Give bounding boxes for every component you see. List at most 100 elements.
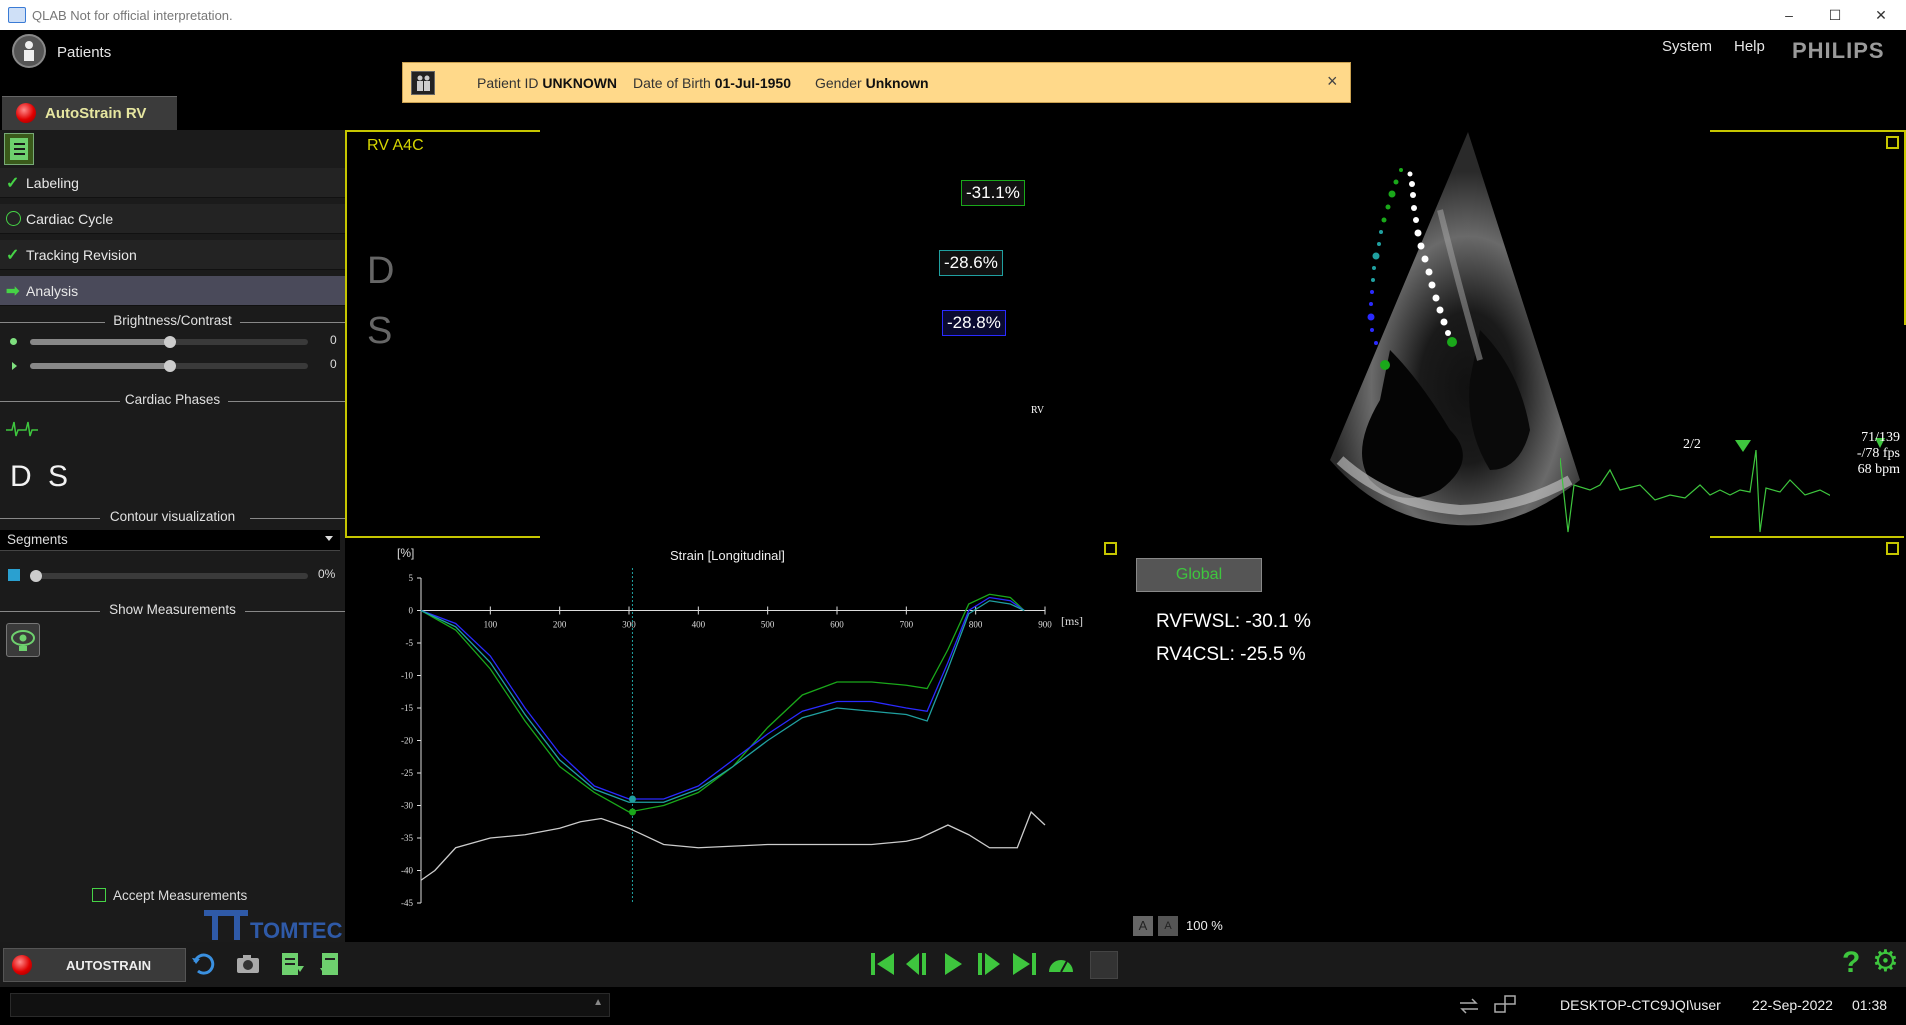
x-tick-label: 800 xyxy=(969,620,983,630)
tomtec-logo: TOMTEC xyxy=(250,918,343,943)
patients-button[interactable] xyxy=(12,34,46,68)
chevron-up-icon[interactable]: ▲ xyxy=(593,997,603,1008)
maximize-view-icon[interactable] xyxy=(1886,136,1899,149)
x-tick-label: 300 xyxy=(622,620,636,630)
last-frame-icon[interactable] xyxy=(1010,950,1040,978)
y-tick-label: 5 xyxy=(409,573,414,583)
play-icon[interactable] xyxy=(940,950,966,978)
phase-d[interactable]: D xyxy=(10,460,32,494)
rv4csl-result: RV4CSL: -25.5 % xyxy=(1156,644,1306,665)
first-frame-icon[interactable] xyxy=(868,950,898,978)
machine-user: DESKTOP-CTC9JQI\user xyxy=(1560,997,1721,1013)
workflow-step-labeling[interactable]: ✓ Labeling xyxy=(0,168,345,198)
contour-select[interactable]: Segments xyxy=(0,530,340,551)
speed-gauge-icon[interactable] xyxy=(1046,950,1076,978)
workflow-step-analysis[interactable]: ➡ Analysis xyxy=(0,276,345,306)
tab-label: AutoStrain RV xyxy=(45,105,147,122)
check-icon: ✓ xyxy=(6,175,20,192)
step-label: Analysis xyxy=(26,283,79,299)
phase-s[interactable]: S xyxy=(48,460,68,494)
patient-id-value: UNKNOWN xyxy=(542,75,618,91)
global-button[interactable]: Global xyxy=(1136,558,1262,592)
message-input[interactable]: ▲ xyxy=(10,993,610,1017)
ecg-trace xyxy=(1560,450,1830,533)
segment-label-basal[interactable]: -28.8% xyxy=(942,310,1006,336)
zoom-value: 100 % xyxy=(1186,918,1223,933)
gender-label: Gender xyxy=(815,75,862,91)
network-transfer-icon xyxy=(1460,998,1478,1014)
accept-measurements-checkbox[interactable] xyxy=(92,888,106,902)
help-icon[interactable]: ? xyxy=(1842,946,1860,980)
chevron-down-icon xyxy=(325,536,333,541)
y-tick-label: -5 xyxy=(406,638,414,648)
refresh-icon[interactable] xyxy=(190,950,218,978)
maximize-button[interactable]: ☐ xyxy=(1812,0,1858,30)
ecg-icon xyxy=(6,421,38,437)
x-tick-label: 100 xyxy=(484,620,498,630)
network-status-icon xyxy=(1494,995,1516,1013)
tab-autostrain-rv[interactable]: AutoStrain RV xyxy=(2,96,177,131)
contour-select-value: Segments xyxy=(7,532,68,547)
workflow-step-tracking-revision[interactable]: ✓ Tracking Revision xyxy=(0,240,345,270)
menu-help[interactable]: Help xyxy=(1734,38,1765,55)
patient-bar-close-button[interactable]: × xyxy=(1327,71,1338,92)
brightness-knob[interactable] xyxy=(164,336,176,348)
circle-icon xyxy=(6,211,21,226)
x-tick-label: 400 xyxy=(692,620,706,630)
section-title: Brightness/Contrast xyxy=(113,313,232,328)
tracking-contour xyxy=(1367,168,1457,370)
contrast-knob[interactable] xyxy=(164,360,176,372)
opacity-icon xyxy=(8,569,20,581)
left-panel: ✓ Labeling Cardiac Cycle ✓ Tracking Revi… xyxy=(0,130,345,943)
y-tick-label: -45 xyxy=(401,898,413,908)
peak-marker-apical xyxy=(628,808,636,816)
font-smaller-button[interactable]: A xyxy=(1158,916,1178,936)
x-tick-label: 900 xyxy=(1038,620,1052,630)
section-show-measurements: Show Measurements xyxy=(0,602,345,617)
step-label: Cardiac Cycle xyxy=(26,211,114,227)
results-panel: Global RVFWSL: -30.1 % RV4CSL: -25.5 % A… xyxy=(1120,538,1906,942)
x-tick-label: 500 xyxy=(761,620,775,630)
patients-label[interactable]: Patients xyxy=(57,44,111,61)
next-frame-icon[interactable] xyxy=(974,950,1004,978)
tomtec-logo-mark xyxy=(204,910,248,940)
patient-icon xyxy=(24,41,34,61)
workflow-step-cardiac-cycle[interactable]: Cardiac Cycle xyxy=(0,204,345,234)
section-title: Cardiac Phases xyxy=(124,392,221,407)
compare-report-icon[interactable] xyxy=(318,950,346,978)
font-larger-button[interactable]: A xyxy=(1133,916,1153,936)
loop-toggle-button[interactable] xyxy=(1090,951,1118,979)
menu-system[interactable]: System xyxy=(1662,38,1712,55)
strain-chart-panel: [%] Strain [Longitudinal] [ms] 5 0 -5 -10 -1… xyxy=(345,538,1120,942)
minimize-button[interactable]: – xyxy=(1766,0,1812,30)
camera-icon[interactable] xyxy=(234,950,262,978)
maximize-results-icon[interactable] xyxy=(1886,542,1899,555)
brightness-fill xyxy=(30,339,169,345)
previous-frame-icon[interactable] xyxy=(903,950,933,978)
contour-opacity-knob[interactable] xyxy=(30,570,42,582)
ecg-info: 71/139 -/78 fps 68 bpm xyxy=(1850,430,1900,478)
autostrain-mode-button[interactable]: AUTOSTRAIN xyxy=(3,948,186,982)
mode-label: AUTOSTRAIN xyxy=(66,958,151,973)
settings-gear-icon[interactable]: ⚙ xyxy=(1872,944,1899,979)
contrast-icon xyxy=(12,362,17,370)
strain-chart: 5 0 -5 -10 -15 -20 -25 -30 -35 -40 -45 100 200 300 400… xyxy=(401,568,1052,908)
ecg-beat-marker[interactable] xyxy=(1735,440,1751,452)
brightness-slider[interactable] xyxy=(30,336,308,348)
window-title: QLAB Not for official interpretation. xyxy=(32,8,233,23)
strain-curve-1 xyxy=(420,596,1025,800)
patient-info-bar: Patient ID UNKNOWN Date of Birth 01-Jul-… xyxy=(402,62,1351,103)
segment-label-mid[interactable]: -28.6% xyxy=(939,250,1003,276)
contrast-slider[interactable] xyxy=(30,360,308,372)
report-icon[interactable] xyxy=(4,133,34,165)
export-report-icon[interactable] xyxy=(278,950,306,978)
segment-label-apical[interactable]: -31.1% xyxy=(961,180,1025,206)
autostrain-icon xyxy=(12,955,32,975)
contour-opacity-slider[interactable] xyxy=(30,570,308,582)
arrow-right-icon: ➡ xyxy=(6,283,20,300)
status-bar: ▲ DESKTOP-CTC9JQI\user 22-Sep-2022 01:38 xyxy=(0,987,1906,1025)
close-window-button[interactable]: ✕ xyxy=(1858,0,1904,30)
show-measurements-button[interactable] xyxy=(6,623,40,657)
patient-card-icon xyxy=(411,71,435,95)
accept-measurements-label: Accept Measurements xyxy=(113,888,248,903)
